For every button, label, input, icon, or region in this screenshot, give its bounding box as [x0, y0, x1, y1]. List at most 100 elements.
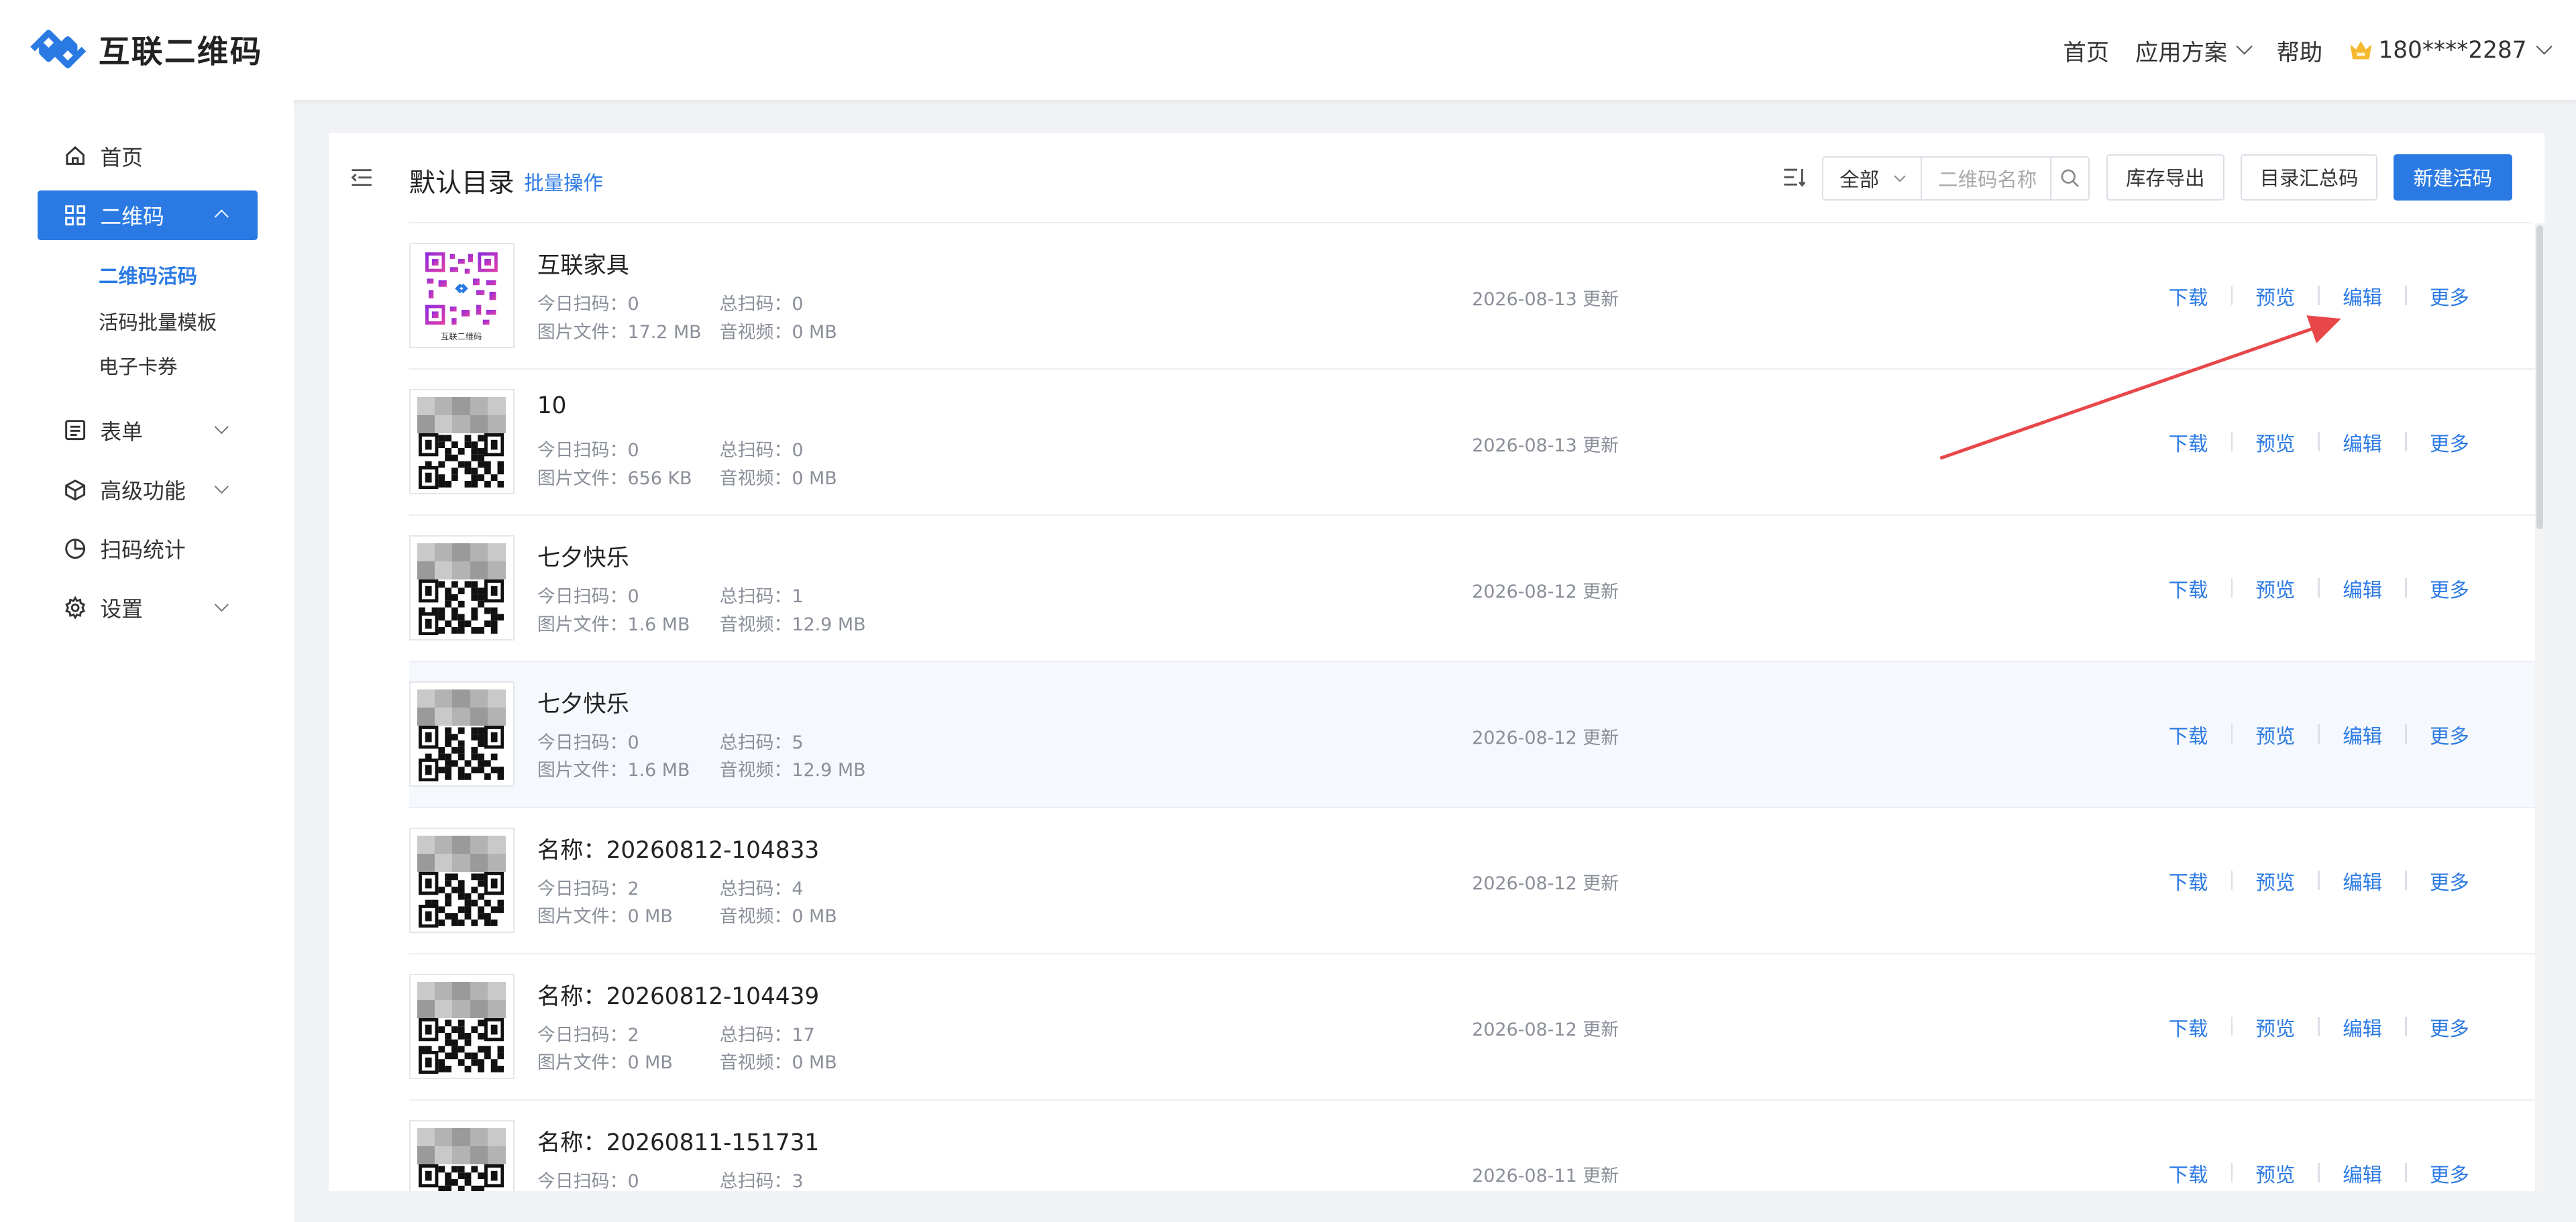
divider — [2318, 286, 2320, 306]
qr-code-icon — [419, 725, 504, 782]
divider — [2405, 1016, 2407, 1037]
preview-link[interactable]: 预览 — [2255, 1160, 2295, 1188]
nav-help[interactable]: 帮助 — [2277, 34, 2323, 67]
qr-thumbnail[interactable]: 互联二维码 — [409, 243, 515, 349]
divider — [2231, 432, 2233, 452]
pie-chart-icon — [65, 539, 86, 559]
preview-link[interactable]: 预览 — [2255, 721, 2295, 749]
qr-thumbnail[interactable] — [409, 389, 515, 495]
qr-name[interactable]: 名称：20260812-104439 — [537, 977, 819, 1011]
nav-solutions[interactable]: 应用方案 — [2135, 34, 2253, 67]
row-actions: 下载 预览 编辑 更多 — [2169, 1013, 2469, 1042]
more-link[interactable]: 更多 — [2430, 1013, 2469, 1042]
create-live-code-button[interactable]: 新建活码 — [2394, 154, 2512, 201]
edit-link[interactable]: 编辑 — [2343, 721, 2382, 749]
edit-link[interactable]: 编辑 — [2343, 575, 2382, 603]
more-link[interactable]: 更多 — [2430, 575, 2469, 603]
qr-thumbnail[interactable] — [409, 974, 515, 1079]
sidebar-item-qrcode[interactable]: 二维码 — [38, 190, 258, 240]
sort-icon[interactable] — [1782, 166, 1806, 188]
preview-link[interactable]: 预览 — [2255, 867, 2295, 895]
qr-name[interactable]: 名称：20260812-104833 — [537, 831, 819, 865]
app-title: 互联二维码 — [98, 33, 263, 70]
qr-thumbnail[interactable] — [409, 828, 515, 933]
table-row[interactable]: 七夕快乐 今日扫码：0 总扫码：1 图片文件：1.6 MB 音视频：12.9 M… — [409, 516, 2535, 662]
qr-name[interactable]: 名称：20260811-151731 — [537, 1123, 819, 1157]
search-input[interactable]: 二维码名称 — [1922, 157, 2052, 199]
preview-link[interactable]: 预览 — [2255, 429, 2295, 457]
qr-name[interactable]: 七夕快乐 — [537, 685, 629, 718]
top-nav: 首页 应用方案 帮助 180****2287 — [2063, 0, 2576, 100]
blurred-preview — [417, 836, 506, 872]
audio-size: 音视频：12.9 MB — [719, 614, 866, 635]
chevron-down-icon — [215, 479, 229, 494]
directory-summary-button[interactable]: 目录汇总码 — [2241, 154, 2377, 201]
download-link[interactable]: 下载 — [2169, 282, 2208, 311]
divider — [2231, 1016, 2233, 1037]
image-size: 图片文件：1.6 MB — [537, 760, 690, 781]
table-row[interactable]: 七夕快乐 今日扫码：0 总扫码：5 图片文件：1.6 MB 音视频：12.9 M… — [409, 661, 2535, 808]
more-link[interactable]: 更多 — [2430, 721, 2469, 749]
row-actions: 下载 预览 编辑 更多 — [2169, 575, 2469, 603]
inventory-export-button[interactable]: 库存导出 — [2106, 154, 2224, 201]
download-link[interactable]: 下载 — [2169, 867, 2208, 895]
user-menu[interactable]: 180****2287 — [2349, 37, 2553, 64]
edit-link[interactable]: 编辑 — [2343, 1160, 2382, 1188]
divider — [2405, 724, 2407, 744]
download-link[interactable]: 下载 — [2169, 575, 2208, 603]
qr-name[interactable]: 七夕快乐 — [537, 539, 629, 572]
more-link[interactable]: 更多 — [2430, 867, 2469, 895]
table-row[interactable]: 名称：20260812-104439 今日扫码：2 总扫码：17 图片文件：0 … — [409, 954, 2535, 1101]
download-link[interactable]: 下载 — [2169, 721, 2208, 749]
chevron-down-icon — [1894, 170, 1906, 182]
scrollbar-thumb[interactable] — [2536, 225, 2544, 529]
download-link[interactable]: 下载 — [2169, 429, 2208, 457]
row-actions: 下载 预览 编辑 更多 — [2169, 1160, 2469, 1188]
search-button[interactable] — [2051, 158, 2088, 199]
logo[interactable]: 互联二维码 — [26, 23, 263, 75]
sidebar-item-advanced[interactable]: 高级功能 — [38, 465, 258, 514]
table-row[interactable]: 10 今日扫码：0 总扫码：0 图片文件：656 KB 音视频：0 MB 202… — [409, 370, 2535, 516]
more-link[interactable]: 更多 — [2430, 429, 2469, 457]
edit-link[interactable]: 编辑 — [2343, 282, 2382, 311]
qr-thumbnail[interactable] — [409, 535, 515, 641]
collapse-menu-icon[interactable] — [350, 168, 373, 187]
more-link[interactable]: 更多 — [2430, 282, 2469, 311]
nav-home[interactable]: 首页 — [2063, 34, 2109, 67]
divider — [2318, 432, 2320, 452]
sidebar-item-settings[interactable]: 设置 — [38, 583, 258, 632]
sidebar-item-home[interactable]: 首页 — [38, 131, 258, 180]
thumb-caption: 互联二维码 — [441, 331, 482, 341]
download-link[interactable]: 下载 — [2169, 1013, 2208, 1042]
qr-name[interactable]: 10 — [537, 392, 567, 419]
qr-name[interactable]: 互联家具 — [537, 246, 629, 280]
preview-link[interactable]: 预览 — [2255, 282, 2295, 311]
table-row[interactable]: 名称：20260812-104833 今日扫码：2 总扫码：4 图片文件：0 M… — [409, 808, 2535, 954]
edit-link[interactable]: 编辑 — [2343, 867, 2382, 895]
batch-operation-link[interactable]: 批量操作 — [524, 168, 603, 196]
sidebar-sub-e-coupon[interactable]: 电子卡券 — [99, 351, 178, 380]
preview-link[interactable]: 预览 — [2255, 1013, 2295, 1042]
sidebar-item-form[interactable]: 表单 — [38, 406, 258, 455]
total-scans: 总扫码：5 — [719, 732, 804, 753]
category-select[interactable]: 全部 — [1823, 157, 1922, 199]
sidebar-sub-batch-template[interactable]: 活码批量模板 — [99, 307, 217, 335]
edit-link[interactable]: 编辑 — [2343, 429, 2382, 457]
sidebar: 首页 二维码 二维码活码 活码批量模板 电子卡券 表单 高级功能 扫码统计 设置 — [0, 100, 294, 1222]
more-link[interactable]: 更多 — [2430, 1160, 2469, 1188]
updated-date: 2026-08-12 更新 — [1472, 1019, 1619, 1041]
table-row[interactable]: 名称：20260811-151731 今日扫码：0 总扫码：3 2026-08-… — [409, 1101, 2535, 1191]
download-link[interactable]: 下载 — [2169, 1160, 2208, 1188]
edit-link[interactable]: 编辑 — [2343, 1013, 2382, 1042]
sidebar-item-stats[interactable]: 扫码统计 — [38, 524, 258, 573]
preview-link[interactable]: 预览 — [2255, 575, 2295, 603]
sidebar-sub-live-qr[interactable]: 二维码活码 — [99, 261, 197, 289]
table-row[interactable]: 互联二维码 互联家具 今日扫码：0 总扫码：0 图片文件：17.2 MB 音视频… — [409, 223, 2535, 370]
gear-icon — [65, 596, 86, 620]
sidebar-item-label: 二维码 — [100, 203, 164, 229]
qr-thumbnail[interactable] — [409, 681, 515, 787]
divider — [2405, 432, 2407, 452]
row-actions: 下载 预览 编辑 更多 — [2169, 429, 2469, 457]
qr-thumbnail[interactable] — [409, 1120, 515, 1191]
today-scans: 今日扫码：0 — [537, 294, 639, 315]
